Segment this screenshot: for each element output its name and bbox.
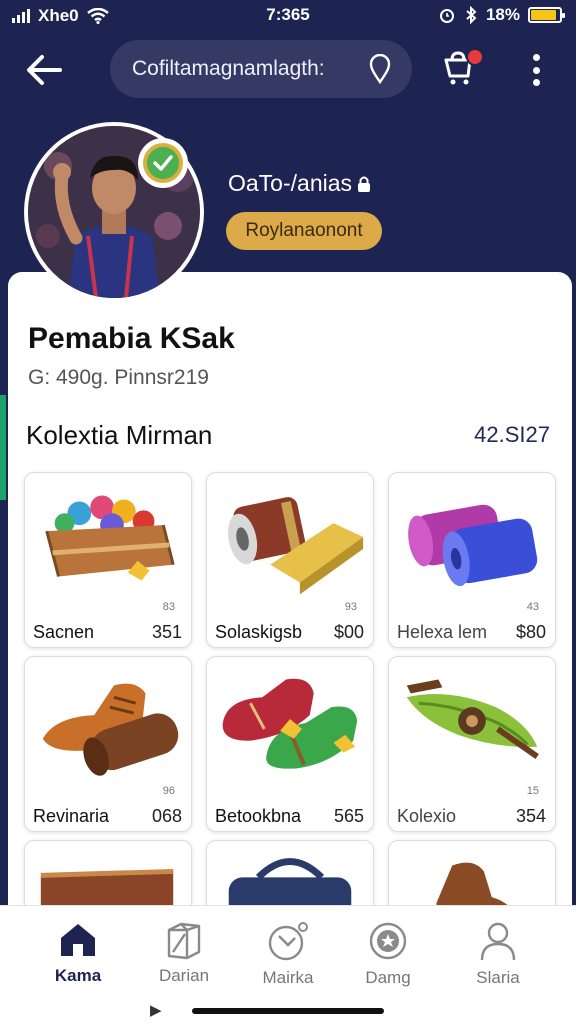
item-rating: 15 — [526, 785, 539, 797]
profile-icon — [480, 922, 516, 961]
home-icon — [61, 924, 95, 956]
nav-label: Darian — [158, 966, 210, 985]
back-button[interactable] — [22, 50, 66, 90]
collection-item[interactable]: 83 Sacnen 351 — [24, 472, 192, 648]
nav-label: Damg — [365, 968, 411, 987]
location-pin-icon[interactable] — [368, 54, 392, 84]
bluetooth-icon — [466, 6, 477, 24]
search-text: Cofiltamagnamlagth: — [132, 57, 325, 80]
lock-icon — [358, 176, 371, 192]
item-name: Helexa lem — [397, 622, 488, 642]
nav-label: Mairka — [262, 968, 314, 987]
item-price: 351 — [151, 622, 182, 642]
item-name: Kolexio — [397, 806, 457, 826]
profile-name: Pemabia KSak — [28, 322, 235, 355]
profile-subtitle: G: 490g. Pinnsr219 — [28, 366, 209, 389]
scroll-indicator — [0, 395, 6, 500]
notification-dot — [466, 48, 484, 66]
bottom-navigation: Kama Darian Mairka Damg Slaria — [0, 905, 576, 1024]
badge-icon — [369, 922, 407, 960]
top-bar: Cofiltamagnamlagth: — [0, 38, 576, 102]
collection-item[interactable]: 96 Revinaria 068 — [24, 656, 192, 832]
nav-darian[interactable]: Darian — [134, 920, 234, 986]
toy-box-image — [45, 495, 175, 581]
profile-handle: OaTo-/anias — [228, 170, 372, 197]
collection-count[interactable]: 42.SI27 — [474, 422, 550, 448]
item-name: Sacnen — [33, 622, 95, 642]
arrow-left-icon — [27, 55, 62, 85]
collection-item[interactable]: 15 Kolexio 354 — [388, 656, 556, 832]
home-indicator[interactable] — [192, 1008, 384, 1014]
item-name: Revinaria — [33, 806, 110, 826]
item-price: $00 — [333, 622, 364, 642]
item-rating: 93 — [344, 601, 357, 613]
boot-image — [42, 683, 179, 776]
item-rating: 96 — [162, 785, 175, 797]
box-icon — [167, 922, 201, 960]
battery-percent: 18% — [485, 5, 520, 24]
nav-home[interactable]: Kama — [28, 920, 128, 986]
search-bar[interactable]: Cofiltamagnamlagth: — [110, 40, 412, 98]
battery-icon — [528, 7, 565, 23]
checkmark-icon — [153, 155, 173, 171]
rank-badge[interactable]: Roylanaonont — [226, 212, 382, 250]
collection-title: Kolextia Mirman — [26, 420, 213, 450]
collection-item[interactable]: Betookbna 565 — [206, 656, 374, 832]
leather-roll-image — [228, 497, 364, 595]
mat-rolls-image — [408, 504, 538, 587]
stopwatch-icon — [268, 922, 308, 961]
item-name: Betookbna — [215, 806, 302, 826]
nav-slaria[interactable]: Slaria — [448, 920, 548, 988]
verified-badge — [138, 138, 188, 188]
item-price: 565 — [333, 806, 364, 826]
collection-item[interactable]: 93 Solaskigsb $00 — [206, 472, 374, 648]
item-rating: 43 — [526, 601, 539, 613]
nav-label: Kama — [54, 966, 102, 985]
play-icon: ▶ — [150, 1002, 162, 1019]
wallet-image — [406, 679, 539, 760]
item-price: $80 — [515, 622, 546, 642]
item-price: 068 — [151, 806, 182, 826]
nav-mairka[interactable]: Mairka — [238, 920, 338, 988]
nav-damg[interactable]: Damg — [338, 920, 438, 988]
more-options-button[interactable] — [522, 52, 550, 88]
status-bar: Xhe0 7:365 18% — [0, 0, 576, 32]
item-name: Solaskigsb — [215, 622, 303, 642]
alarm-icon — [439, 9, 454, 23]
item-rating: 83 — [162, 601, 175, 613]
nav-label: Slaria — [476, 968, 520, 987]
collection-item[interactable]: 43 Helexa lem $80 — [388, 472, 556, 648]
item-price: 354 — [515, 806, 546, 826]
cart-button[interactable] — [440, 48, 484, 90]
sneakers-image — [222, 678, 358, 769]
